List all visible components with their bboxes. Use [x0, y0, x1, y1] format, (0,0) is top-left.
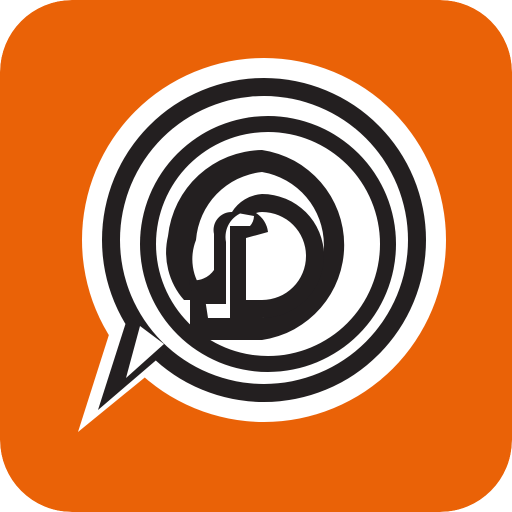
- chat-bubble-d-logo-icon: [0, 0, 512, 512]
- app-icon-tile[interactable]: [0, 0, 512, 512]
- app-icon-stage: [0, 0, 512, 512]
